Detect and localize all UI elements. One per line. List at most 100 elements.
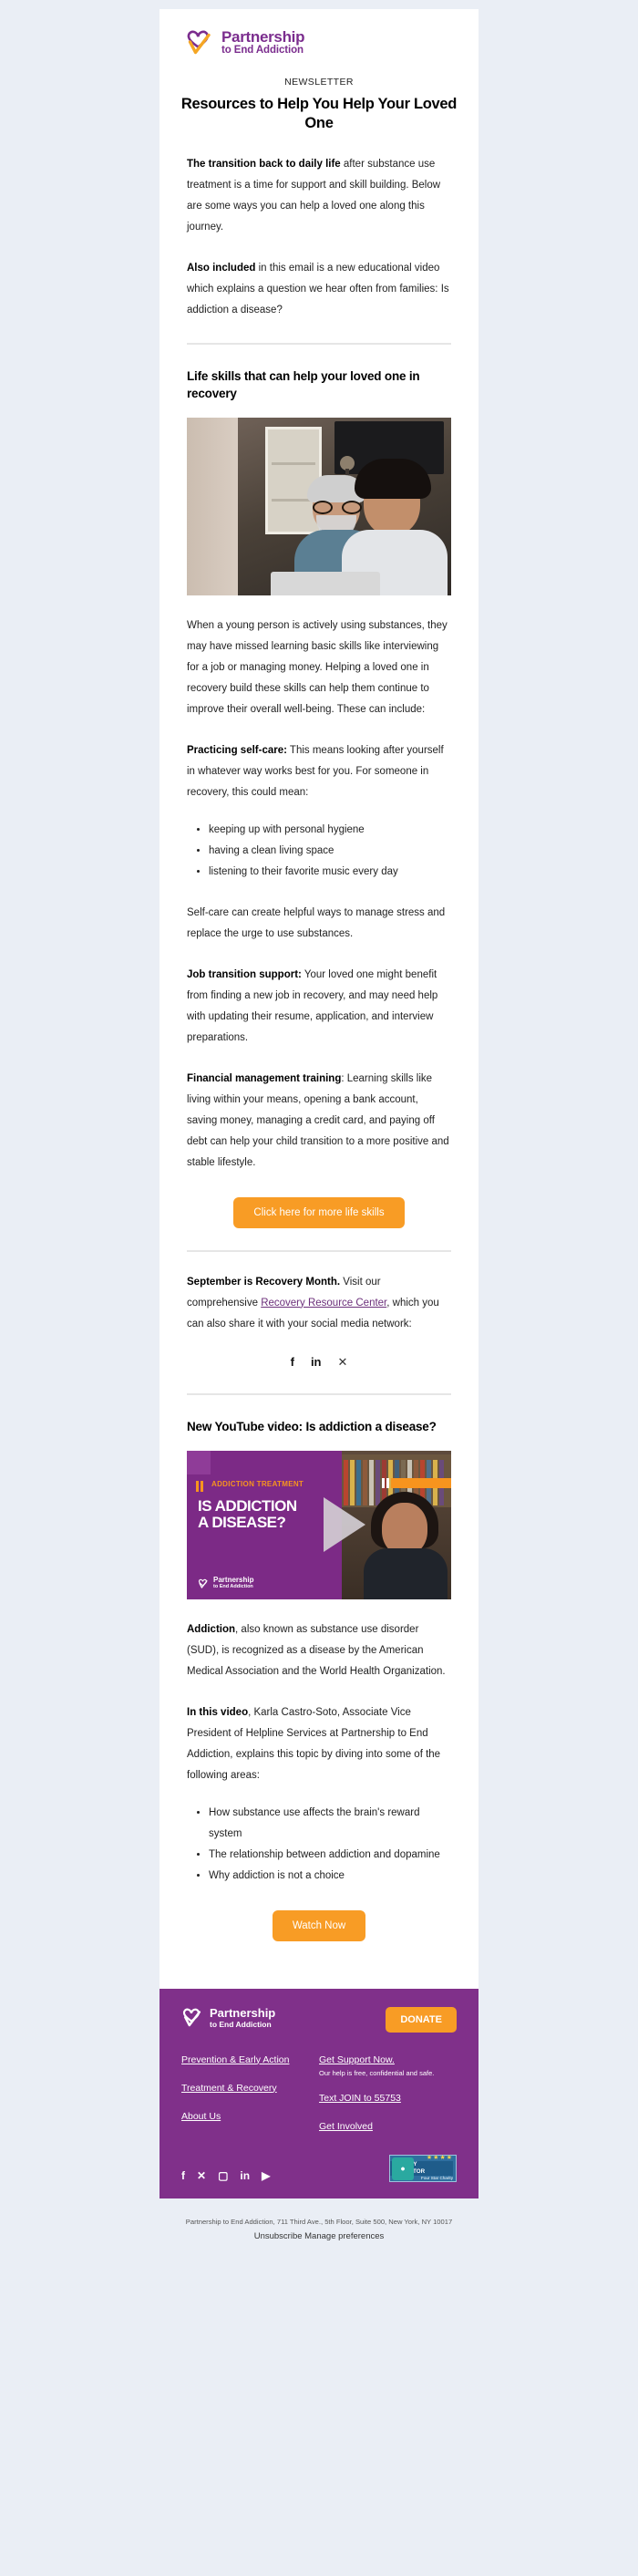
share-social-row: f in ✕	[187, 1335, 451, 1371]
footer-top-row: Partnership to End Addiction DONATE	[181, 2006, 457, 2033]
recovery-month-paragraph: September is Recovery Month. Visit our c…	[187, 1272, 451, 1335]
youtube-icon[interactable]: ▶	[262, 2169, 270, 2182]
page-title: Resources to Help You Help Your Loved On…	[180, 96, 458, 132]
footer-link-prevention[interactable]: Prevention & Early Action	[181, 2054, 319, 2065]
recovery-resource-center-link[interactable]: Recovery Resource Center	[261, 1298, 386, 1309]
play-button-icon[interactable]	[324, 1497, 365, 1553]
self-care-list: keeping up with personal hygiene having …	[187, 820, 451, 883]
intro-paragraph-1: The transition back to daily life after …	[187, 154, 451, 238]
intro-paragraph-2: Also included in this email is a new edu…	[187, 258, 451, 321]
email-body: Partnership to End Addiction NEWSLETTER …	[160, 9, 478, 2198]
list-item: How substance use affects the brain's re…	[209, 1803, 451, 1845]
footer-brand-line2: to End Addiction	[210, 2019, 272, 2029]
footer-brand-logo: Partnership to End Addiction	[181, 2007, 275, 2029]
heart-check-logo-icon	[198, 1578, 210, 1588]
video-corner-accent	[187, 1450, 211, 1474]
intro-2-bold: Also included	[187, 262, 256, 274]
financial-training-paragraph: Financial management training: Learning …	[187, 1069, 451, 1174]
footer-link-get-support[interactable]: Get Support Now.	[319, 2054, 457, 2065]
self-care-bold: Practicing self-care:	[187, 744, 287, 756]
charity-burst-icon	[392, 2157, 414, 2180]
list-item: Why addiction is not a choice	[209, 1866, 451, 1887]
video-section-heading: New YouTube video: Is addiction a diseas…	[187, 1419, 437, 1433]
footer-support-subtext: Our help is free, confidential and safe.	[319, 2068, 435, 2077]
list-item: The relationship between addiction and d…	[209, 1845, 451, 1866]
list-item: listening to their favorite music every …	[209, 862, 451, 883]
mailing-address: Partnership to End Addiction, 711 Third …	[185, 2217, 453, 2226]
photo-young-man-hair	[355, 458, 431, 499]
life-skills-photo	[187, 417, 451, 595]
list-item: having a clean living space	[209, 841, 451, 862]
brand-name-line2: to End Addiction	[221, 45, 304, 57]
video-p1-bold: Addiction	[187, 1623, 236, 1635]
footer-link-text-join[interactable]: Text JOIN to 55753	[319, 2093, 457, 2104]
unsubscribe-link[interactable]: Unsubscribe Manage preferences	[18, 2231, 620, 2241]
facebook-icon[interactable]: f	[291, 1355, 294, 1370]
footer-links-right: Get Support Now. Our help is free, confi…	[319, 2054, 457, 2149]
video-paragraph-2: In this video, Karla Castro-Soto, Associ…	[187, 1702, 451, 1786]
linkedin-icon[interactable]: in	[240, 2169, 250, 2182]
financial-training-rest: : Learning skills like living within you…	[187, 1072, 449, 1168]
email-footer: Partnership to End Addiction DONATE Prev…	[160, 1988, 478, 2198]
instagram-icon[interactable]: ▢	[218, 2169, 228, 2182]
video-thumb-title-line1: IS ADDICTION	[198, 1496, 297, 1515]
x-twitter-icon[interactable]: ✕	[338, 1355, 348, 1370]
charity-stars: ★★★★	[426, 2155, 453, 2161]
video-thumbnail[interactable]: ADDICTION TREATMENT IS ADDICTION A DISEA…	[187, 1450, 451, 1599]
job-transition-bold: Job transition support:	[187, 968, 302, 980]
life-skills-paragraph-1: When a young person is actively using su…	[187, 619, 448, 715]
life-skills-paragraph-2: Self-care can create helpful ways to man…	[187, 906, 446, 939]
charity-navigator-badge[interactable]: ★★★★ CHARITY NAVIGATOR Four Star Charity	[389, 2154, 457, 2182]
footer-link-about-us[interactable]: About Us	[181, 2111, 319, 2122]
heart-check-logo-icon	[181, 2007, 205, 2029]
email-header: Partnership to End Addiction	[160, 9, 478, 64]
life-skills-heading: Life skills that can help your loved one…	[187, 368, 420, 400]
footer-links-left: Prevention & Early Action Treatment & Re…	[181, 2054, 319, 2149]
video-brand-line2: to End Addiction	[213, 1584, 253, 1590]
financial-training-bold: Financial management training	[187, 1072, 342, 1084]
charity-subtitle: Four Star Charity	[421, 2176, 453, 2181]
video-brand-logo: Partnership to End Addiction	[198, 1577, 253, 1590]
video-thumb-title: IS ADDICTION A DISEASE?	[198, 1496, 297, 1532]
life-skills-cta-button[interactable]: Click here for more life skills	[233, 1196, 405, 1228]
footer-brand-line1: Partnership	[210, 2005, 276, 2020]
brand-logo-text: Partnership to End Addiction	[221, 29, 304, 57]
divider-2	[187, 1249, 451, 1252]
footer-links: Prevention & Early Action Treatment & Re…	[181, 2054, 457, 2149]
heart-check-logo-icon	[185, 29, 216, 57]
recovery-month-bold: September is Recovery Month.	[187, 1276, 341, 1288]
video-p2-bold: In this video	[187, 1706, 249, 1718]
linkedin-icon[interactable]: in	[311, 1355, 322, 1370]
x-twitter-icon[interactable]: ✕	[197, 2169, 206, 2182]
footer-brand-text: Partnership to End Addiction	[210, 2007, 275, 2029]
email-content: The transition back to daily life after …	[160, 154, 478, 1965]
footer-link-get-involved[interactable]: Get Involved	[319, 2121, 457, 2132]
video-brand-logo-text: Partnership to End Addiction	[213, 1577, 253, 1590]
list-item: keeping up with personal hygiene	[209, 820, 451, 841]
video-speaker-top	[364, 1547, 448, 1599]
donate-button[interactable]: DONATE	[386, 2006, 457, 2033]
self-care-paragraph: Practicing self-care: This means looking…	[187, 740, 451, 803]
facebook-icon[interactable]: f	[181, 2169, 185, 2182]
watch-now-button[interactable]: Watch Now	[272, 1909, 366, 1941]
brand-name-line1: Partnership	[221, 28, 305, 47]
video-speaker-head	[382, 1502, 427, 1556]
intro-1-bold: The transition back to daily life	[187, 158, 341, 170]
photo-wall	[187, 417, 238, 595]
life-skills-cta-wrap: Click here for more life skills	[187, 1174, 451, 1228]
video-orange-bar	[391, 1477, 451, 1488]
intro-1-rest: after substance use treatment is a time …	[187, 158, 441, 233]
legal-footer: Partnership to End Addiction, 711 Third …	[0, 2198, 638, 2269]
divider-3	[187, 1392, 451, 1395]
video-paragraph-1: Addiction, also known as substance use d…	[187, 1619, 451, 1682]
video-topics-list: How substance use affects the brain's re…	[187, 1803, 451, 1887]
video-accent-bars-icon	[196, 1480, 203, 1492]
footer-link-treatment[interactable]: Treatment & Recovery	[181, 2083, 319, 2094]
video-thumb-title-line2: A DISEASE?	[198, 1513, 286, 1531]
photo-laptop	[271, 571, 380, 595]
brand-logo: Partnership to End Addiction	[185, 29, 478, 57]
video-eyebrow: ADDICTION TREATMENT	[211, 1479, 304, 1488]
video-speaker	[364, 1491, 448, 1599]
footer-social-row: f ✕ ▢ in ▶	[181, 2169, 270, 2182]
watch-now-cta-wrap: Watch Now	[187, 1887, 451, 1965]
